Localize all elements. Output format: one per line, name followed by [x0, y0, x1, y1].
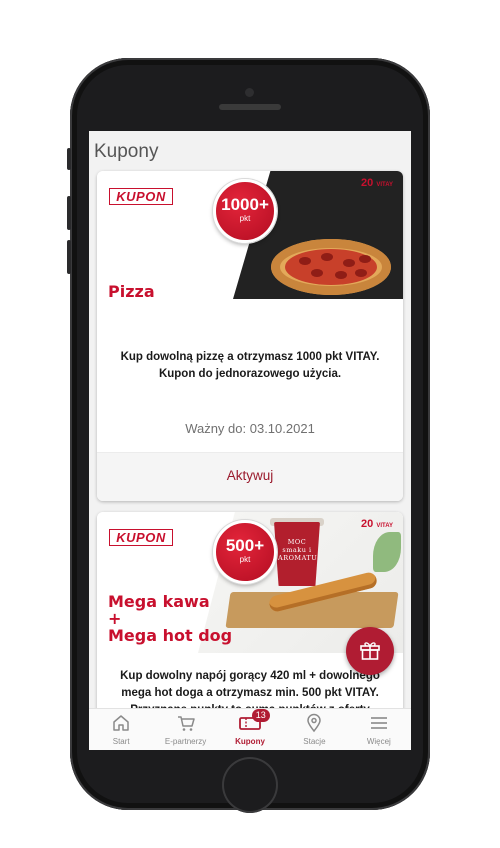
points-badge: 1000+ pkt [213, 179, 277, 243]
location-pin-icon [307, 713, 322, 733]
phone-volume-up [67, 196, 71, 230]
anniversary-brand: VITAY [376, 182, 393, 188]
phone-camera [245, 88, 254, 97]
tab-e-partnerzy[interactable]: E-partnerzy [153, 709, 217, 750]
leaves-image [373, 532, 401, 572]
anniversary-number: 20 [361, 518, 374, 530]
offer-title: Mega kawa + Mega hot dog [108, 592, 233, 645]
anniversary-logo: 20 VITAY [361, 177, 393, 189]
phone-home-button[interactable] [222, 757, 278, 813]
coupon-card-pizza[interactable]: 20 VITAY KUPON 1000+ pkt Pizza Kup dowol… [97, 171, 403, 501]
tab-label: Stacje [303, 737, 326, 746]
tab-stacje[interactable]: Stacje [282, 709, 346, 750]
points-badge: 500+ pkt [213, 520, 277, 584]
phone-speaker [219, 104, 281, 110]
coupon-tag: KUPON [109, 188, 173, 205]
app-screen: Kupony 20 VITAY KUPON 1000+ pkt Pizza Ku… [89, 131, 411, 750]
home-icon [113, 715, 129, 731]
cup-print: MOC smaku i AROMATU [278, 538, 318, 562]
tab-label: Kupony [235, 737, 265, 746]
phone-silent-switch [67, 148, 71, 170]
points-unit: pkt [239, 555, 251, 564]
anniversary-brand: VITAY [376, 523, 393, 529]
tab-label: E-partnerzy [164, 737, 207, 746]
tab-label: Więcej [366, 737, 391, 746]
points-value: 1000+ [221, 195, 269, 214]
cart-icon [177, 716, 195, 731]
coupon-valid-until: Ważny do: 03.10.2021 [185, 421, 315, 436]
gift-icon [360, 642, 380, 660]
menu-icon [370, 717, 387, 729]
page-title: Kupony [94, 141, 159, 162]
tab-label: Start [112, 737, 130, 746]
anniversary-logo: 20 VITAY [361, 518, 393, 530]
activate-button[interactable]: Aktywuj [97, 453, 403, 499]
tab-start[interactable]: Start [89, 709, 153, 750]
points-unit: pkt [239, 214, 251, 223]
tab-wiecej[interactable]: Więcej [347, 709, 411, 750]
offer-title: Pizza [108, 282, 155, 301]
gift-fab-button[interactable] [346, 627, 394, 675]
phone-volume-down [67, 240, 71, 274]
anniversary-number: 20 [361, 177, 374, 189]
pizza-image [271, 239, 391, 295]
coupon-count-badge: 13 [251, 709, 270, 722]
coupon-description: Kup dowolną pizzę a otrzymasz 1000 pkt V… [120, 351, 380, 380]
coupon-banner: 20 VITAY KUPON 1000+ pkt Pizza [97, 171, 403, 312]
bottom-tab-bar: Start E-partnerzy 13 Kupony Stacje Więce… [89, 708, 411, 750]
points-value: 500+ [225, 536, 265, 555]
tab-kupony[interactable]: 13 Kupony [218, 709, 282, 750]
activate-bar: Aktywuj [97, 452, 403, 501]
coupon-tag: KUPON [109, 529, 173, 546]
